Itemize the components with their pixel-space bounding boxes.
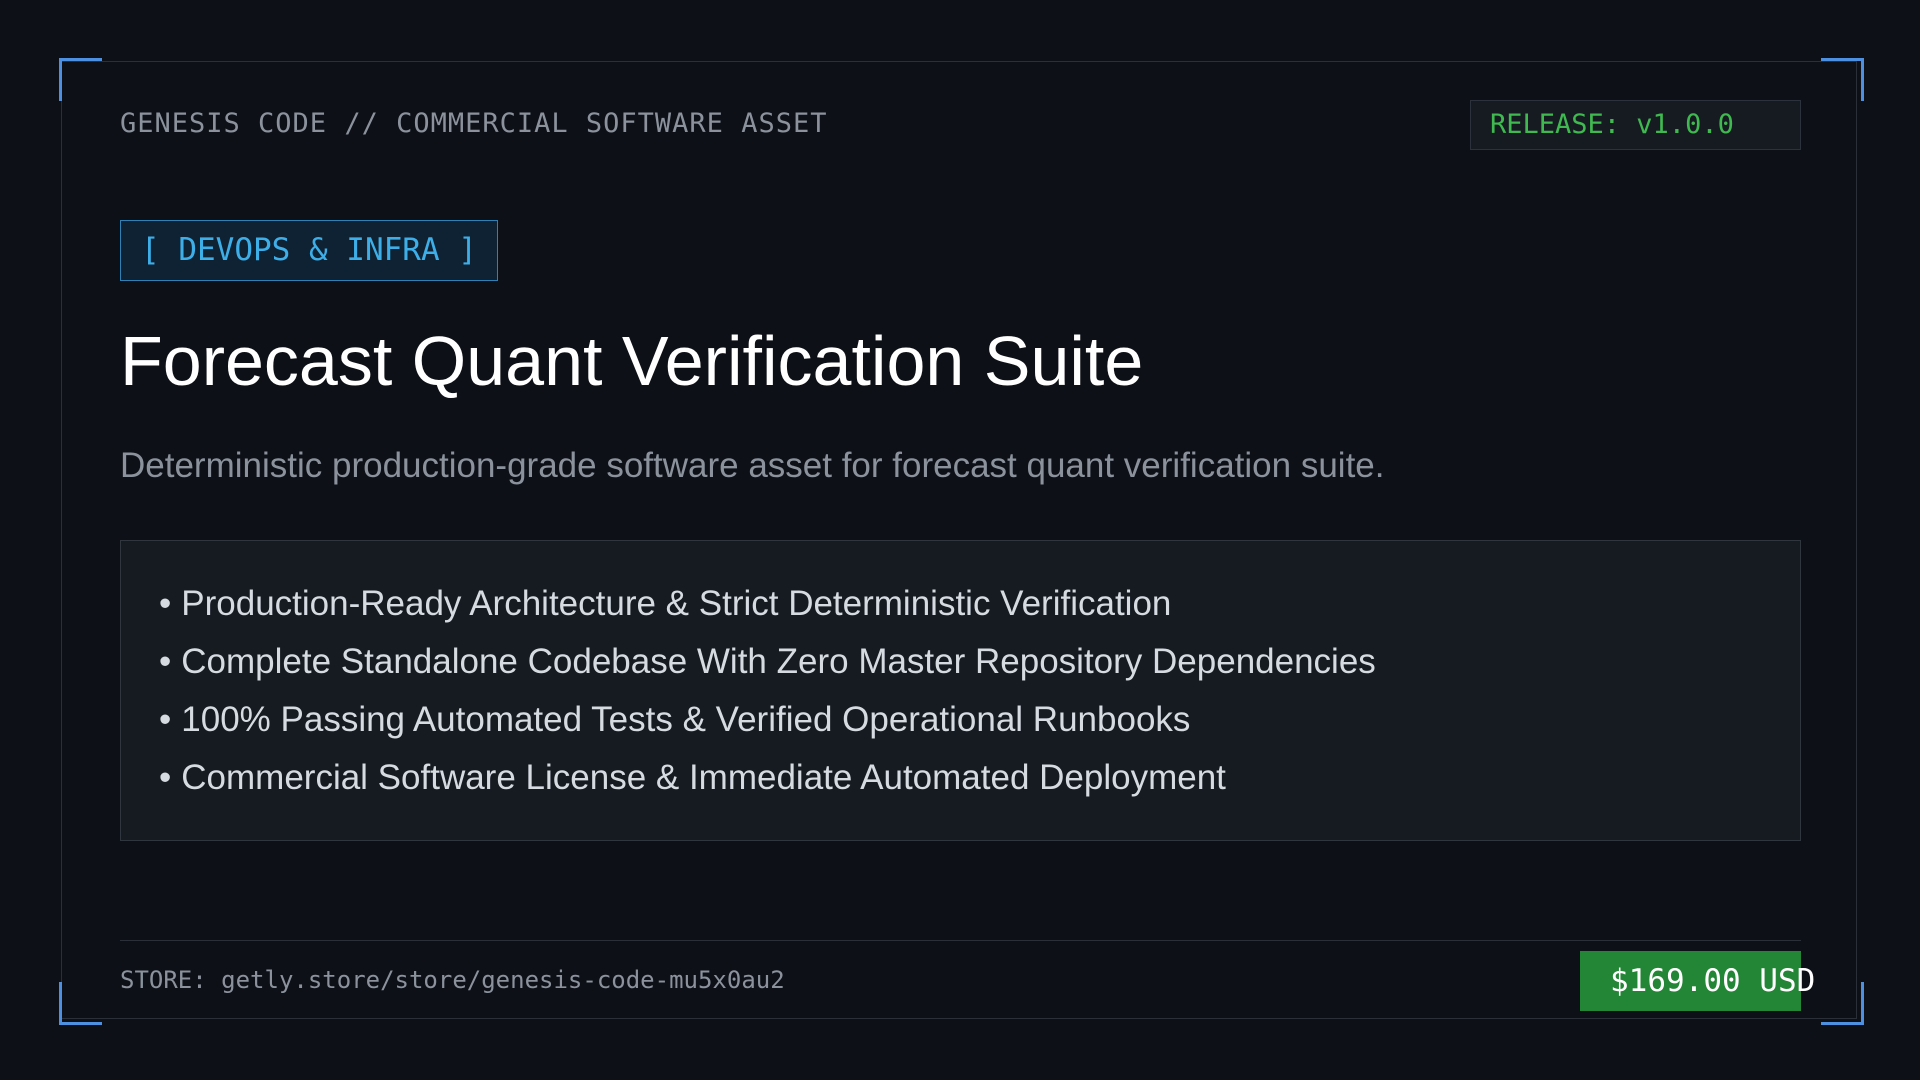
corner-bracket-top-right (1821, 58, 1864, 101)
page-title: Forecast Quant Verification Suite (120, 322, 1144, 400)
corner-bracket-bottom-left (59, 982, 102, 1025)
feature-item: • Complete Standalone Codebase With Zero … (159, 633, 1800, 691)
feature-list: • Production-Ready Architecture & Strict … (159, 575, 1800, 807)
header-label: GENESIS CODE // COMMERCIAL SOFTWARE ASSE… (120, 108, 828, 139)
corner-bracket-top-left (59, 58, 102, 101)
bullet-icon: • (159, 700, 172, 739)
release-badge: RELEASE: v1.0.0 (1470, 100, 1801, 150)
price-badge[interactable]: $169.00 USD (1580, 951, 1815, 1011)
page-subtitle: Deterministic production-grade software … (120, 446, 1385, 485)
store-link[interactable]: STORE: getly.store/store/genesis-code-mu… (120, 966, 785, 994)
category-tag: [ DEVOPS & INFRA ] (120, 220, 498, 281)
bullet-icon: • (159, 584, 172, 623)
feature-text: Commercial Software License & Immediate … (181, 758, 1226, 797)
feature-item: • 100% Passing Automated Tests & Verified… (159, 691, 1800, 749)
bullet-icon: • (159, 758, 172, 797)
feature-text: Complete Standalone Codebase With Zero M… (181, 642, 1376, 681)
bullet-icon: • (159, 642, 172, 681)
feature-text: Production-Ready Architecture & Strict D… (181, 584, 1172, 623)
footer-divider (120, 940, 1801, 941)
corner-bracket-bottom-right (1821, 982, 1864, 1025)
feature-panel: • Production-Ready Architecture & Strict … (120, 540, 1801, 841)
feature-text: 100% Passing Automated Tests & Verified … (181, 700, 1191, 739)
feature-item: • Commercial Software License & Immediate… (159, 749, 1800, 807)
feature-item: • Production-Ready Architecture & Strict … (159, 575, 1800, 633)
